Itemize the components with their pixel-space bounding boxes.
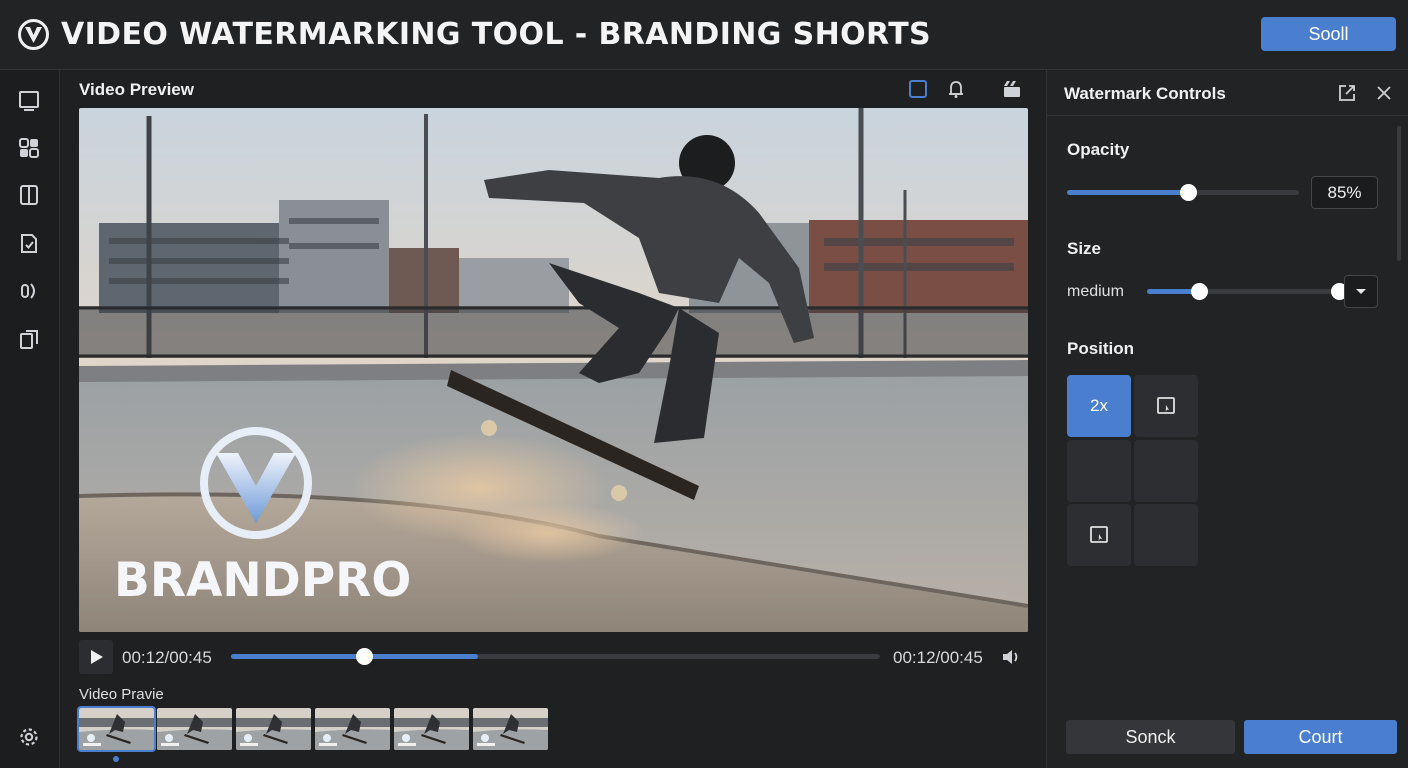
size-slider[interactable] [1147, 283, 1348, 300]
split-icon[interactable] [18, 184, 40, 206]
v-shield-logo-icon [18, 19, 49, 50]
chevron-down-icon [1356, 289, 1366, 294]
brandpro-watermark-text: BRANDPRO [114, 553, 411, 608]
video-thumbnail[interactable] [473, 708, 548, 750]
panel-scrollbar[interactable] [1397, 126, 1401, 261]
video-thumbnail[interactable] [157, 708, 232, 750]
opacity-slider[interactable] [1067, 184, 1299, 201]
close-icon[interactable] [1374, 83, 1394, 103]
size-value: medium [1067, 283, 1124, 300]
frame-icon[interactable] [18, 89, 40, 111]
clapper-icon[interactable] [1002, 79, 1022, 99]
left-sidebar [0, 70, 60, 768]
video-thumbnail[interactable] [77, 706, 156, 752]
seek-bar[interactable] [231, 648, 880, 665]
gear-icon[interactable] [18, 726, 40, 748]
opacity-slider-handle[interactable] [1179, 184, 1197, 201]
position-middle-right-button[interactable] [1134, 440, 1198, 502]
bell-icon[interactable] [946, 79, 966, 99]
play-icon [91, 650, 103, 664]
audio-icon[interactable] [18, 280, 40, 302]
header-action-button[interactable]: Sooll [1261, 17, 1396, 51]
video-preview-title: Video Preview [79, 80, 194, 99]
layers-icon[interactable] [18, 328, 40, 350]
skatepark-scene: BRANDPRO [79, 108, 1028, 632]
watermark-controls-panel: Watermark Controls Opacity 85% Size medi… [1046, 70, 1408, 768]
position-top-right-button[interactable] [1134, 375, 1198, 437]
grid-icon[interactable] [18, 137, 40, 159]
size-slider-handle[interactable] [1190, 283, 1208, 300]
size-label: Size [1067, 239, 1102, 258]
secondary-action-button[interactable]: Sonck [1066, 720, 1235, 754]
thumbnail-strip-label: Video Pravie [79, 686, 164, 703]
seek-handle[interactable] [356, 648, 374, 665]
popout-icon[interactable] [1337, 83, 1357, 103]
position-middle-left-button[interactable] [1067, 440, 1131, 502]
seek-bar-fill [231, 654, 478, 659]
opacity-slider-fill [1067, 190, 1188, 195]
position-label: Position [1067, 339, 1135, 358]
volume-icon[interactable] [1001, 647, 1021, 667]
check-doc-icon[interactable] [18, 232, 40, 254]
position-bottom-right-button[interactable] [1134, 504, 1198, 566]
primary-action-button[interactable]: Court [1244, 720, 1397, 754]
crop-icon[interactable] [908, 79, 928, 99]
opacity-value-field[interactable]: 85% [1311, 176, 1378, 209]
app-title: VIDEO WATERMARKING TOOL - BRANDING SHORT… [61, 17, 932, 52]
total-time: 00:12/00:45 [893, 648, 983, 667]
corner-anchor-icon [1157, 397, 1175, 414]
corner-anchor-icon [1090, 526, 1108, 543]
panel-header: Watermark Controls [1047, 70, 1408, 116]
title-bar: VIDEO WATERMARKING TOOL - BRANDING SHORT… [0, 0, 1408, 70]
size-dropdown[interactable] [1344, 275, 1378, 308]
opacity-label: Opacity [1067, 140, 1130, 159]
current-time: 00:12/00:45 [122, 648, 212, 667]
main-preview-area: Video Preview BRANDPRO 00:12/00:45 00:12… [61, 70, 1045, 768]
panel-title: Watermark Controls [1064, 84, 1226, 103]
video-frame[interactable]: BRANDPRO [79, 108, 1028, 632]
video-thumbnail[interactable] [315, 708, 390, 750]
video-thumbnail[interactable] [394, 708, 469, 750]
position-top-left-button[interactable]: 2x [1067, 375, 1131, 437]
video-thumbnail[interactable] [236, 708, 311, 750]
play-button[interactable] [79, 640, 113, 674]
position-bottom-left-button[interactable] [1067, 504, 1131, 566]
selected-thumbnail-indicator [113, 756, 119, 762]
